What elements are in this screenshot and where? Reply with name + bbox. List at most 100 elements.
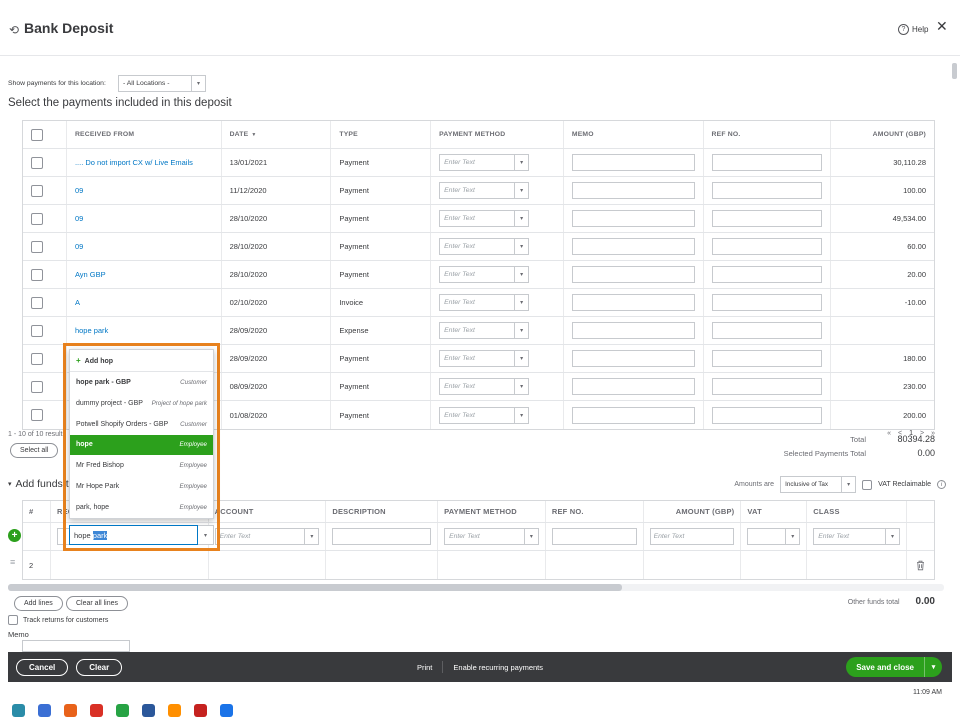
memo-input[interactable] xyxy=(571,238,695,255)
add-lines-button[interactable]: Add lines xyxy=(14,596,63,611)
drag-handle-icon[interactable]: ≡ xyxy=(10,557,15,567)
row-checkbox[interactable] xyxy=(31,352,43,365)
dropdown-option[interactable]: Mr Fred Bishop Employee xyxy=(70,455,213,476)
bank-deposit-icon: ⟲ xyxy=(9,23,20,37)
memo-input[interactable] xyxy=(571,266,695,283)
received-from-link[interactable]: .... Do not import CX w/ Live Emails xyxy=(67,149,222,176)
horizontal-scrollbar[interactable] xyxy=(8,584,944,591)
chevron-down-icon[interactable]: ▾ xyxy=(198,525,214,545)
row-checkbox[interactable] xyxy=(31,240,43,253)
row-checkbox[interactable] xyxy=(31,184,43,197)
memo-input[interactable] xyxy=(571,210,695,227)
payment-method-select[interactable]: Enter Text ▾ xyxy=(439,350,530,367)
ref-input[interactable] xyxy=(711,406,823,424)
select-all-button[interactable]: Select all xyxy=(10,443,59,458)
payment-method-select[interactable]: Enter Text ▾ xyxy=(439,378,530,395)
payment-method-select[interactable]: Enter Text ▾ xyxy=(444,528,539,545)
memo-input[interactable] xyxy=(571,294,695,311)
row-checkbox[interactable] xyxy=(31,296,43,309)
taskbar-app-icon[interactable] xyxy=(38,704,51,717)
taskbar-app-icon[interactable] xyxy=(220,704,233,717)
memo-input[interactable] xyxy=(571,350,695,367)
close-icon[interactable]: ✕ xyxy=(936,18,948,35)
vertical-scrollbar[interactable] xyxy=(952,63,957,79)
memo-input[interactable] xyxy=(571,154,695,171)
chevron-down-icon[interactable]: ▾ xyxy=(924,657,942,677)
ref-input[interactable] xyxy=(711,350,823,367)
vat-reclaimable-checkbox[interactable] xyxy=(862,479,873,490)
memo-input[interactable] xyxy=(571,322,695,339)
received-from-link[interactable]: 09 xyxy=(67,233,222,260)
vat-select[interactable]: ▾ xyxy=(747,528,801,545)
ref-input[interactable] xyxy=(711,322,823,339)
ref-input[interactable] xyxy=(711,210,823,227)
recurring-payments-button[interactable]: Enable recurring payments xyxy=(453,663,543,672)
add-row-icon[interactable]: + xyxy=(8,529,21,542)
payment-method-select[interactable]: Enter Text ▾ xyxy=(439,238,530,255)
row-checkbox[interactable] xyxy=(31,380,43,393)
scrollbar-thumb[interactable] xyxy=(8,584,622,591)
received-from-link[interactable]: A xyxy=(67,289,222,316)
print-button[interactable]: Print xyxy=(417,663,432,672)
clear-button[interactable]: Clear xyxy=(76,658,123,676)
ref-input[interactable] xyxy=(711,154,823,171)
clear-all-lines-button[interactable]: Clear all lines xyxy=(66,596,129,611)
save-and-close-button[interactable]: Save and close ▾ xyxy=(846,657,942,677)
memo-input[interactable] xyxy=(571,378,695,395)
row-checkbox[interactable] xyxy=(31,156,43,169)
taskbar-app-icon[interactable] xyxy=(142,704,155,717)
col-date[interactable]: DATE ▼ xyxy=(222,121,332,148)
location-select[interactable]: - All Locations - ▾ xyxy=(118,75,206,92)
track-returns-checkbox[interactable] xyxy=(8,615,18,625)
taskbar-app-icon[interactable] xyxy=(116,704,129,717)
memo-textarea[interactable] xyxy=(22,640,130,652)
taskbar-app-icon[interactable] xyxy=(168,704,181,717)
payment-method-select[interactable]: Enter Text ▾ xyxy=(439,322,530,339)
class-select[interactable]: Enter Text ▾ xyxy=(813,528,901,545)
ref-input[interactable] xyxy=(711,378,823,395)
row-checkbox[interactable] xyxy=(31,212,43,225)
amount-input[interactable] xyxy=(649,528,735,545)
amounts-are-select[interactable]: Inclusive of Tax ▾ xyxy=(780,476,857,493)
payment-method-select[interactable]: Enter Text ▾ xyxy=(439,182,530,199)
taskbar-app-icon[interactable] xyxy=(90,704,103,717)
dropdown-option[interactable]: park, hope Employee xyxy=(70,497,213,518)
ref-input[interactable] xyxy=(711,294,823,311)
payment-method-select[interactable]: Enter Text ▾ xyxy=(439,294,530,311)
memo-input[interactable] xyxy=(571,182,695,199)
description-input[interactable] xyxy=(332,528,432,545)
row-checkbox[interactable] xyxy=(31,409,43,421)
ref-input[interactable] xyxy=(711,182,823,199)
row-checkbox[interactable] xyxy=(31,324,43,337)
received-from-link[interactable]: 09 xyxy=(67,205,222,232)
taskbar-app-icon[interactable] xyxy=(64,704,77,717)
select-all-checkbox[interactable] xyxy=(31,128,43,141)
account-select[interactable]: Enter Text ▾ xyxy=(214,528,320,545)
received-from-link[interactable]: Ayn GBP xyxy=(67,261,222,288)
received-from-link[interactable]: hope park xyxy=(67,317,222,344)
taskbar-app-icon[interactable] xyxy=(12,704,25,717)
memo-input[interactable] xyxy=(571,406,695,424)
payment-method-select[interactable]: Enter Text ▾ xyxy=(439,266,530,283)
payment-method-select[interactable]: Enter Text ▾ xyxy=(439,210,530,227)
payment-method-select[interactable]: Enter Text ▾ xyxy=(439,154,530,171)
dropdown-option[interactable]: Mr Hope Park Employee xyxy=(70,476,213,497)
help-button[interactable]: ? Help xyxy=(898,24,928,35)
taskbar-app-icon[interactable] xyxy=(194,704,207,717)
ref-input[interactable] xyxy=(551,528,637,545)
dropdown-option-selected[interactable]: hope Employee xyxy=(70,434,213,456)
ref-input[interactable] xyxy=(711,266,823,283)
info-icon[interactable]: i xyxy=(937,480,946,489)
dropdown-option[interactable]: Potwell Shopify Orders - GBP Customer xyxy=(70,414,213,435)
payment-method-select[interactable]: Enter Text ▾ xyxy=(439,406,530,424)
dropdown-option[interactable]: dummy project - GBP Project of hope park xyxy=(70,393,213,414)
amount-cell: 200.00 xyxy=(903,410,927,420)
add-new-option[interactable]: + Add hop xyxy=(70,350,213,372)
cancel-button[interactable]: Cancel xyxy=(16,658,69,676)
ref-input[interactable] xyxy=(711,238,823,255)
received-from-link[interactable]: 09 xyxy=(67,177,222,204)
delete-row-button[interactable] xyxy=(907,551,934,579)
name-input[interactable]: hope park xyxy=(69,525,198,545)
dropdown-option[interactable]: hope park - GBP Customer xyxy=(70,372,213,393)
row-checkbox[interactable] xyxy=(31,268,43,281)
